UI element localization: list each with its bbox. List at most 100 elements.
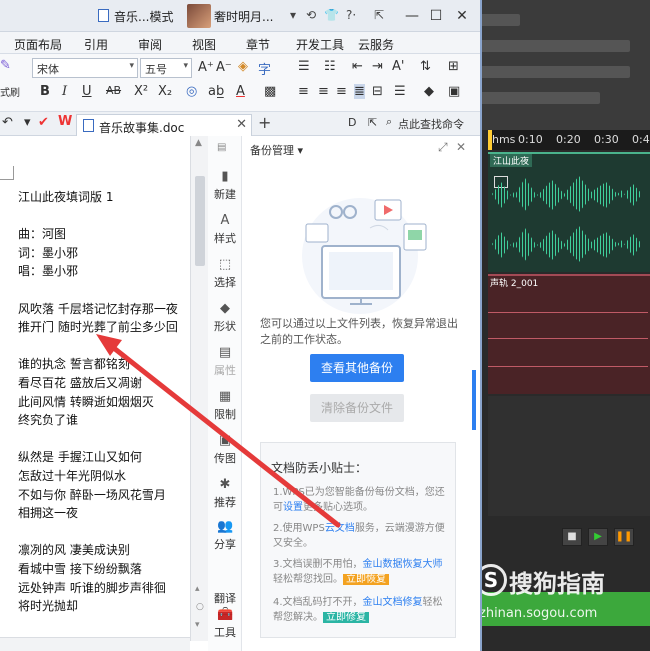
document-line[interactable]: 江山此夜填词版 1: [18, 188, 113, 205]
document-line[interactable]: 谁的执念 誓言都铭刻: [18, 355, 130, 372]
close-icon[interactable]: ✕: [452, 6, 472, 26]
subscript-button[interactable]: X₂: [158, 84, 172, 99]
maximize-icon[interactable]: ☐: [426, 6, 446, 26]
tab-document[interactable]: 音乐故事集.doc ✕: [76, 114, 252, 136]
phonetic-icon[interactable]: 字: [258, 59, 271, 78]
minimize-icon[interactable]: —: [402, 6, 422, 26]
menu-page-layout[interactable]: 页面布局: [14, 36, 62, 53]
document-line[interactable]: 看尽百花 盛放后又凋谢: [18, 374, 142, 391]
undo-icon[interactable]: ↶: [2, 115, 13, 130]
page-mode-icon[interactable]: ○: [196, 602, 204, 612]
sync-icon[interactable]: ⟲: [306, 8, 316, 22]
format-painter-label[interactable]: 式刷: [0, 84, 20, 99]
document-line[interactable]: 词：墨小邪: [18, 244, 78, 261]
scroll-up-icon[interactable]: ▴: [195, 584, 200, 594]
distribute-icon[interactable]: ⊟: [372, 84, 383, 99]
char-shading-icon[interactable]: ▩: [264, 84, 276, 99]
tip-link[interactable]: 云文档: [325, 523, 355, 534]
strikethrough-button[interactable]: AB: [106, 84, 121, 97]
line-spacing-icon[interactable]: ☰: [394, 84, 406, 99]
document-line[interactable]: 看城中雪 接下纷纷飘落: [18, 560, 142, 577]
rail-item-translate[interactable]: 翻译: [208, 574, 242, 606]
redo-icon[interactable]: ✔: [38, 115, 49, 130]
indent-icon[interactable]: ⇥: [372, 59, 383, 74]
audio-toolbar-control[interactable]: [480, 66, 630, 78]
horizontal-scrollbar[interactable]: [0, 637, 190, 651]
menu-developer[interactable]: 开发工具: [296, 36, 344, 53]
document-line[interactable]: 曲：河图: [18, 225, 66, 242]
share-doc-icon[interactable]: ⇱: [368, 116, 377, 129]
document-line[interactable]: 将时光抛却: [18, 597, 78, 614]
chevron-down-icon[interactable]: ▾: [24, 115, 31, 130]
highlight-icon[interactable]: ab̲: [208, 84, 224, 99]
shirt-icon[interactable]: 👕: [324, 8, 339, 22]
document-line[interactable]: 风吹落 千层塔记忆封存那一夜: [18, 300, 178, 317]
tip-link[interactable]: 金山数据恢复大师: [363, 559, 443, 570]
rail-item-upload-image[interactable]: ▣ 传图: [208, 434, 242, 466]
audio-track-1[interactable]: 江山此夜: [488, 152, 650, 272]
tip-link[interactable]: 金山文档修复: [363, 597, 423, 608]
rail-item-style[interactable]: A 样式: [208, 214, 242, 246]
document-line[interactable]: 怎敌过十年光阴似水: [18, 467, 126, 484]
close-icon[interactable]: ✕: [456, 140, 466, 154]
expand-icon[interactable]: ⤢: [438, 140, 448, 155]
outdent-icon[interactable]: ⇤: [352, 59, 363, 74]
align-center-icon[interactable]: ≡: [318, 84, 329, 99]
document-line[interactable]: 此间风情 转瞬逝如烟烟灭: [18, 393, 154, 410]
document-line[interactable]: 远处钟声 听谁的脚步声徘徊: [18, 579, 166, 596]
user-name[interactable]: 奢时明月...: [214, 8, 273, 25]
play-button[interactable]: ▶: [588, 528, 608, 546]
rail-grip-icon[interactable]: ▤: [217, 142, 226, 153]
new-tab-icon[interactable]: +: [258, 113, 271, 132]
repair-now-button[interactable]: 立即修复: [323, 612, 369, 623]
rail-item-new-doc[interactable]: ▮ 新建: [208, 170, 242, 202]
rail-item-toolbox[interactable]: 🧰 工具: [208, 608, 242, 640]
command-search[interactable]: 点此查找命令: [398, 116, 464, 132]
font-size-select[interactable]: 五号 ▾: [140, 58, 192, 78]
grow-font-button[interactable]: A⁺: [198, 60, 214, 75]
panel-scrollbar[interactable]: [472, 370, 476, 430]
pause-button[interactable]: ❚❚: [614, 528, 634, 546]
menu-cloud[interactable]: 云服务: [358, 36, 394, 53]
timeline-ruler[interactable]: hms 0:10 0:20 0:30 0:40: [488, 130, 650, 150]
numbering-icon[interactable]: ☷: [324, 59, 336, 74]
audio-track-2[interactable]: 声轨 2_001: [488, 274, 650, 394]
table-icon[interactable]: ⊞: [448, 59, 459, 74]
shading-icon[interactable]: ◆: [424, 84, 434, 99]
scroll-down-icon[interactable]: ▾: [195, 620, 200, 630]
document-line[interactable]: 推开门 随时光葬了前尘多少回: [18, 318, 178, 335]
align-right-icon[interactable]: ≡: [336, 84, 347, 99]
border-icon[interactable]: ▣: [448, 84, 460, 99]
document-body[interactable]: 江山此夜填词版 1 曲：河图 词：墨小邪 唱：墨小邪 风吹落 千层塔记忆封存那一夜 推开门…: [0, 136, 190, 651]
cloud-save-icon[interactable]: D: [348, 116, 356, 129]
wps-logo-icon[interactable]: W: [58, 114, 72, 129]
rail-item-select[interactable]: ⬚ 选择: [208, 258, 242, 290]
sort-icon[interactable]: ⇅: [420, 59, 431, 74]
shrink-font-button[interactable]: A⁻: [216, 60, 232, 75]
vertical-scrollbar[interactable]: ▲ ▴ ○ ▾: [190, 136, 208, 641]
stop-button[interactable]: ■: [562, 528, 582, 546]
rail-item-recommend[interactable]: ✱ 推荐: [208, 478, 242, 510]
audio-toolbar-control[interactable]: [480, 14, 520, 26]
bullets-icon[interactable]: ☰: [298, 59, 310, 74]
superscript-button[interactable]: X²: [134, 84, 148, 99]
menu-references[interactable]: 引用: [84, 36, 108, 53]
text-effect-icon[interactable]: A': [392, 59, 404, 74]
clear-format-icon[interactable]: ◈: [238, 59, 248, 74]
search-icon[interactable]: ⌕: [386, 115, 392, 129]
audio-toolbar-control[interactable]: [480, 92, 600, 104]
close-icon[interactable]: ✕: [236, 117, 247, 132]
avatar[interactable]: [187, 4, 211, 28]
italic-button[interactable]: I: [62, 84, 67, 99]
document-line[interactable]: 终究负了谁: [18, 411, 78, 428]
align-left-icon[interactable]: ≡: [298, 84, 309, 99]
document-line[interactable]: 凛冽的风 凄美成诀别: [18, 541, 130, 558]
rail-item-shape[interactable]: ◆ 形状: [208, 302, 242, 334]
bold-button[interactable]: B: [40, 84, 50, 99]
recover-now-button[interactable]: 立即恢复: [343, 574, 389, 585]
underline-button[interactable]: U: [82, 84, 92, 99]
menu-chapter[interactable]: 章节: [246, 36, 270, 53]
view-other-backups-button[interactable]: 查看其他备份: [310, 354, 404, 382]
document-line[interactable]: 纵然是 手握江山又如何: [18, 448, 142, 465]
document-line[interactable]: 相拥这一夜: [18, 504, 78, 521]
